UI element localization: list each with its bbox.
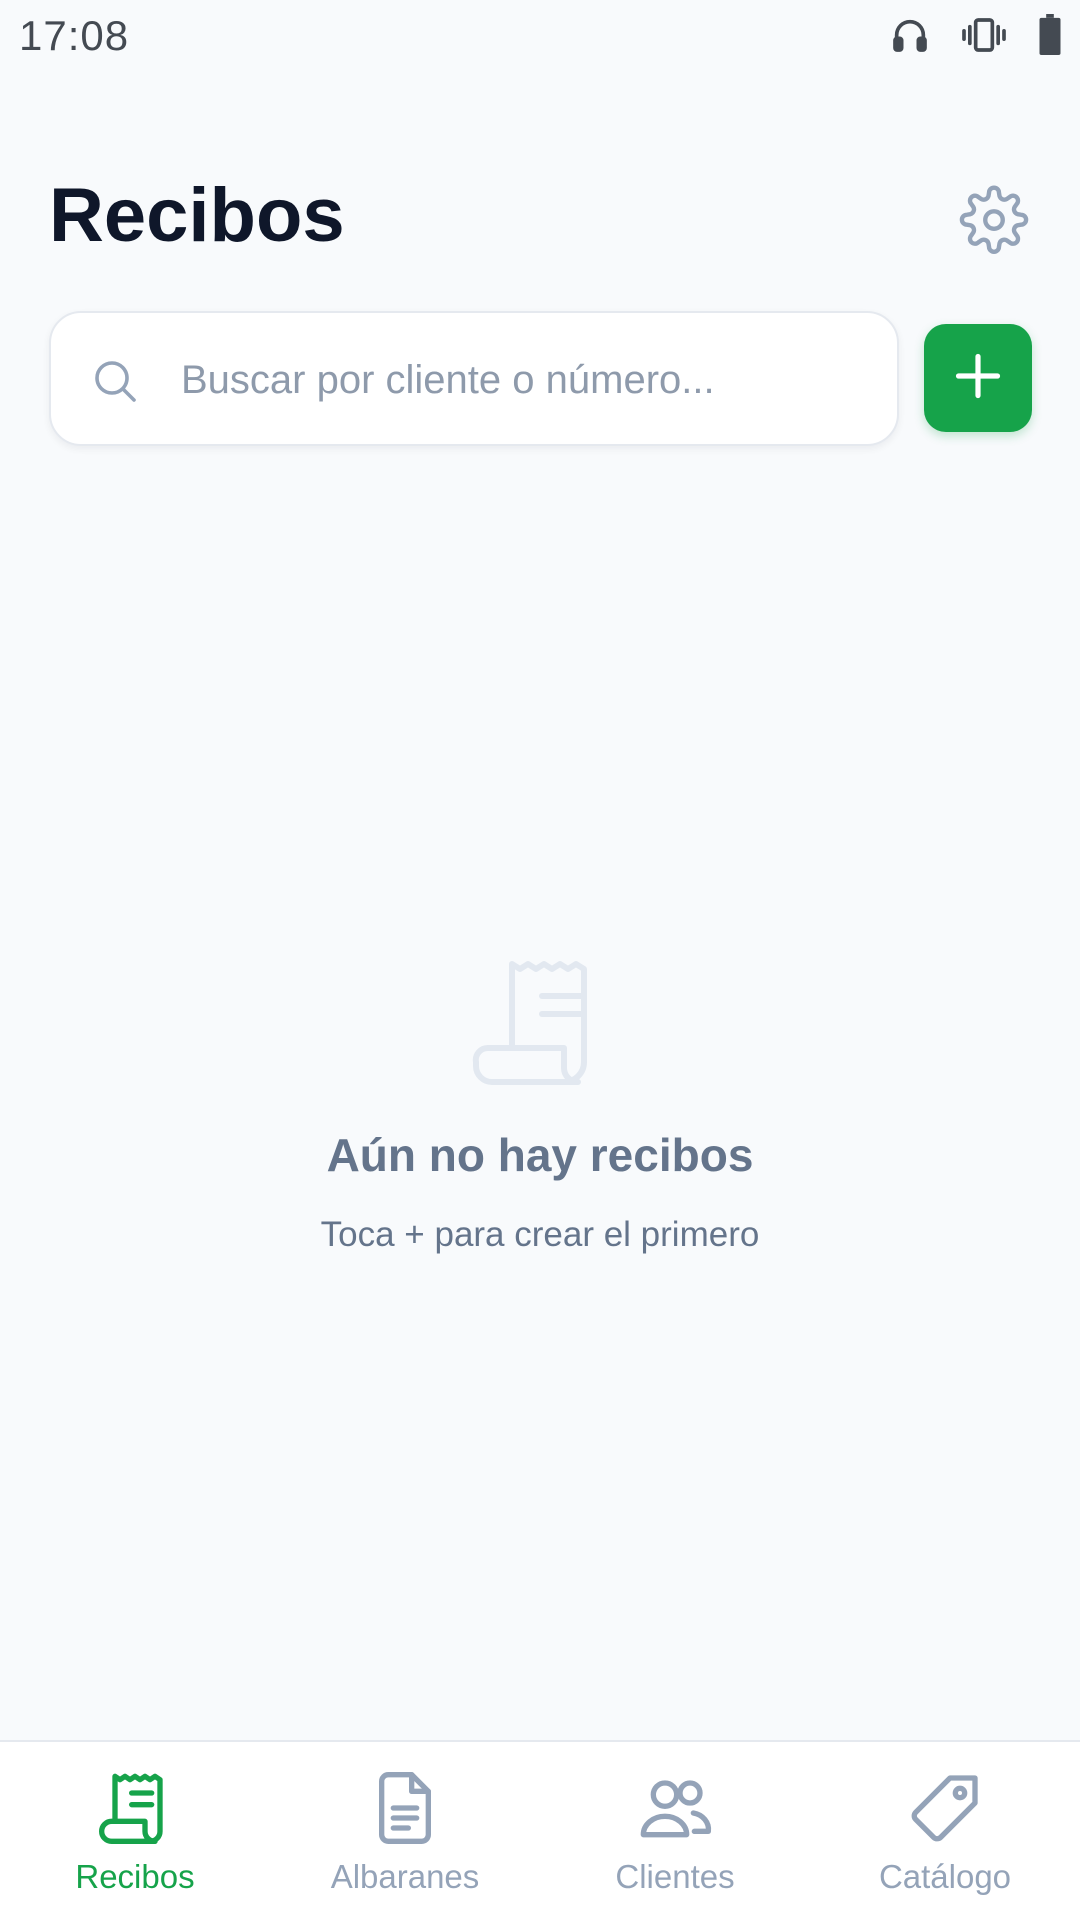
receipt-icon <box>95 1768 175 1848</box>
gear-icon <box>959 185 1029 260</box>
empty-state-subtitle: Toca + para crear el primero <box>320 1215 760 1254</box>
headphones-icon <box>890 15 930 55</box>
status-bar: 17:08 <box>0 0 1080 76</box>
empty-receipt-icon <box>472 958 610 1088</box>
nav-label-clientes: Clientes <box>615 1858 735 1895</box>
users-icon <box>635 1768 715 1848</box>
document-icon <box>365 1768 445 1848</box>
receipts-screen: 17:08 Recibos Buscar por cliente o númer… <box>0 0 1080 1920</box>
search-icon <box>91 357 139 405</box>
settings-button[interactable] <box>958 185 1030 260</box>
nav-item-recibos[interactable]: Recibos <box>0 1742 270 1920</box>
add-receipt-button[interactable] <box>924 324 1032 432</box>
nav-item-albaranes[interactable]: Albaranes <box>270 1742 540 1920</box>
search-box[interactable] <box>49 311 899 446</box>
battery-icon <box>1038 14 1062 56</box>
page-title: Recibos <box>49 173 345 258</box>
status-time: 17:08 <box>19 12 130 59</box>
empty-state-title: Aún no hay recibos <box>326 1129 754 1181</box>
vibrate-icon <box>960 15 1008 55</box>
nav-label-recibos: Recibos <box>75 1858 195 1895</box>
nav-label-albaranes: Albaranes <box>330 1858 480 1895</box>
nav-item-catalogo[interactable]: Catálogo <box>810 1742 1080 1920</box>
tag-icon <box>905 1768 985 1848</box>
nav-item-clientes[interactable]: Clientes <box>540 1742 810 1920</box>
bottom-nav: Recibos Albaranes Clientes Catálogo <box>0 1740 1080 1920</box>
nav-label-catalogo: Catálogo <box>878 1858 1012 1895</box>
plus-icon <box>952 350 1004 407</box>
search-input[interactable] <box>179 333 869 427</box>
status-icons <box>890 14 1062 56</box>
